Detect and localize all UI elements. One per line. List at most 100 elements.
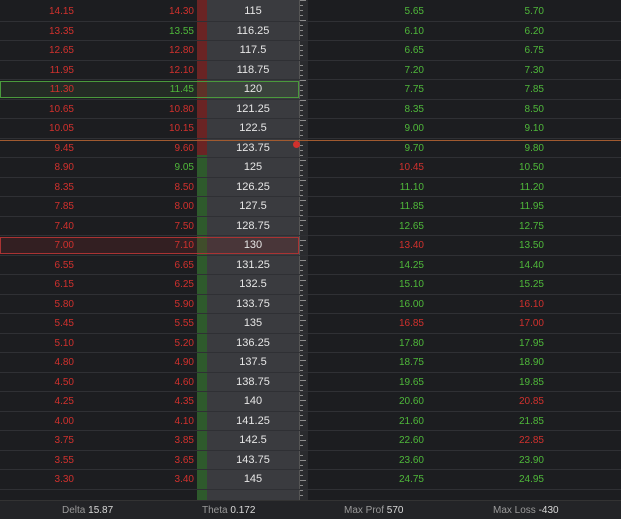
put-bid-cell[interactable]: 4.80 (0, 357, 74, 368)
put-ask-cell[interactable]: 4.35 (120, 396, 194, 407)
put-ask-cell[interactable]: 7.50 (120, 221, 194, 232)
table-row[interactable]: 8.90 9.05 125 10.45 10.50 (0, 158, 621, 178)
put-ask-cell[interactable]: 3.85 (120, 435, 194, 446)
put-bid-cell[interactable]: 7.00 (0, 240, 74, 251)
strike-cell[interactable]: 121.25 (207, 103, 299, 115)
put-bid-cell[interactable]: 5.45 (0, 318, 74, 329)
table-row[interactable]: 7.40 7.50 128.75 12.65 12.75 (0, 217, 621, 236)
call-bid-cell[interactable]: 8.35 (320, 104, 424, 115)
strike-cell[interactable]: 122.5 (207, 122, 299, 134)
strike-cell[interactable]: 118.75 (207, 64, 299, 76)
put-bid-cell[interactable]: 4.00 (0, 416, 74, 427)
call-bid-cell[interactable]: 16.85 (320, 318, 424, 329)
call-ask-cell[interactable]: 14.40 (440, 260, 544, 271)
table-row[interactable]: 14.15 14.30 115 5.65 5.70 (0, 2, 621, 22)
put-bid-cell[interactable]: 6.55 (0, 260, 74, 271)
table-row[interactable]: 10.05 10.15 122.5 9.00 9.10 (0, 119, 621, 139)
call-bid-cell[interactable]: 9.70 (320, 143, 424, 154)
call-ask-cell[interactable]: 8.50 (440, 104, 544, 115)
table-row[interactable]: 11.95 12.10 118.75 7.20 7.30 (0, 61, 621, 80)
strike-cell[interactable]: 142.5 (207, 434, 299, 446)
call-bid-cell[interactable]: 11.10 (320, 182, 424, 193)
put-bid-cell[interactable]: 4.50 (0, 377, 74, 388)
put-ask-cell[interactable]: 12.80 (120, 45, 194, 56)
call-bid-cell[interactable]: 22.60 (320, 435, 424, 446)
call-ask-cell[interactable]: 24.95 (440, 474, 544, 485)
put-ask-cell[interactable]: 4.90 (120, 357, 194, 368)
call-bid-cell[interactable]: 18.75 (320, 357, 424, 368)
put-bid-cell[interactable]: 3.55 (0, 455, 74, 466)
call-bid-cell[interactable]: 19.65 (320, 377, 424, 388)
table-row[interactable]: 10.65 10.80 121.25 8.35 8.50 (0, 100, 621, 119)
call-ask-cell[interactable]: 12.75 (440, 221, 544, 232)
strike-cell[interactable]: 135 (207, 317, 299, 329)
strike-cell[interactable]: 133.75 (207, 298, 299, 310)
strike-cell[interactable]: 145 (207, 473, 299, 485)
call-bid-cell[interactable]: 23.60 (320, 455, 424, 466)
strike-cell[interactable]: 126.25 (207, 181, 299, 193)
put-ask-cell[interactable]: 13.55 (120, 26, 194, 37)
strike-cell[interactable]: 141.25 (207, 415, 299, 427)
call-ask-cell[interactable]: 17.00 (440, 318, 544, 329)
put-ask-cell[interactable]: 8.50 (120, 182, 194, 193)
call-ask-cell[interactable]: 6.75 (440, 45, 544, 56)
call-bid-cell[interactable]: 5.65 (320, 6, 424, 17)
call-ask-cell[interactable]: 10.50 (440, 162, 544, 173)
strike-cell[interactable]: 132.5 (207, 278, 299, 290)
table-row[interactable]: 4.25 4.35 140 20.60 20.85 (0, 392, 621, 412)
table-row[interactable]: 13.35 13.55 116.25 6.10 6.20 (0, 22, 621, 41)
call-ask-cell[interactable]: 15.25 (440, 279, 544, 290)
table-row[interactable]: 4.50 4.60 138.75 19.65 19.85 (0, 373, 621, 392)
put-ask-cell[interactable]: 4.60 (120, 377, 194, 388)
put-bid-cell[interactable]: 3.75 (0, 435, 74, 446)
put-bid-cell[interactable]: 8.35 (0, 182, 74, 193)
strike-cell[interactable]: 136.25 (207, 337, 299, 349)
call-bid-cell[interactable]: 12.65 (320, 221, 424, 232)
call-ask-cell[interactable]: 11.20 (440, 182, 544, 193)
call-ask-cell[interactable]: 23.90 (440, 455, 544, 466)
table-row[interactable]: 9.45 9.60 123.75 9.70 9.80 (0, 139, 621, 158)
strike-cell[interactable]: 137.5 (207, 356, 299, 368)
call-ask-cell[interactable]: 9.80 (440, 143, 544, 154)
put-ask-cell[interactable]: 5.20 (120, 338, 194, 349)
put-ask-cell[interactable]: 5.90 (120, 299, 194, 310)
strike-cell[interactable]: 120 (207, 83, 299, 95)
strike-cell[interactable]: 140 (207, 395, 299, 407)
put-bid-cell[interactable]: 12.65 (0, 45, 74, 56)
put-ask-cell[interactable]: 5.55 (120, 318, 194, 329)
call-ask-cell[interactable]: 20.85 (440, 396, 544, 407)
table-row[interactable]: 7.00 7.10 130 13.40 13.50 (0, 236, 621, 256)
put-ask-cell[interactable]: 6.25 (120, 279, 194, 290)
call-ask-cell[interactable]: 11.95 (440, 201, 544, 212)
call-ask-cell[interactable]: 21.85 (440, 416, 544, 427)
call-bid-cell[interactable]: 10.45 (320, 162, 424, 173)
table-row[interactable]: 3.30 3.40 145 24.75 24.95 (0, 470, 621, 490)
call-ask-cell[interactable]: 6.20 (440, 26, 544, 37)
put-ask-cell[interactable]: 10.80 (120, 104, 194, 115)
call-bid-cell[interactable]: 17.80 (320, 338, 424, 349)
call-bid-cell[interactable]: 13.40 (320, 240, 424, 251)
strike-cell[interactable]: 115 (207, 5, 299, 17)
put-ask-cell[interactable]: 10.15 (120, 123, 194, 134)
call-bid-cell[interactable]: 16.00 (320, 299, 424, 310)
put-ask-cell[interactable]: 6.65 (120, 260, 194, 271)
strike-cell[interactable]: 123.75 (207, 142, 299, 154)
call-ask-cell[interactable]: 17.95 (440, 338, 544, 349)
put-ask-cell[interactable]: 9.60 (120, 143, 194, 154)
table-row[interactable]: 7.85 8.00 127.5 11.85 11.95 (0, 197, 621, 217)
put-bid-cell[interactable]: 10.05 (0, 123, 74, 134)
put-bid-cell[interactable]: 9.45 (0, 143, 74, 154)
put-bid-cell[interactable]: 5.80 (0, 299, 74, 310)
put-ask-cell[interactable]: 11.45 (120, 84, 194, 95)
call-bid-cell[interactable]: 24.75 (320, 474, 424, 485)
table-row[interactable]: 8.35 8.50 126.25 11.10 11.20 (0, 178, 621, 197)
put-bid-cell[interactable]: 10.65 (0, 104, 74, 115)
call-ask-cell[interactable]: 5.70 (440, 6, 544, 17)
strike-cell[interactable]: 125 (207, 161, 299, 173)
call-ask-cell[interactable]: 13.50 (440, 240, 544, 251)
put-ask-cell[interactable]: 14.30 (120, 6, 194, 17)
call-bid-cell[interactable]: 9.00 (320, 123, 424, 134)
table-row[interactable]: 3.55 3.65 143.75 23.60 23.90 (0, 451, 621, 470)
table-row[interactable]: 6.15 6.25 132.5 15.10 15.25 (0, 275, 621, 295)
put-bid-cell[interactable]: 4.25 (0, 396, 74, 407)
